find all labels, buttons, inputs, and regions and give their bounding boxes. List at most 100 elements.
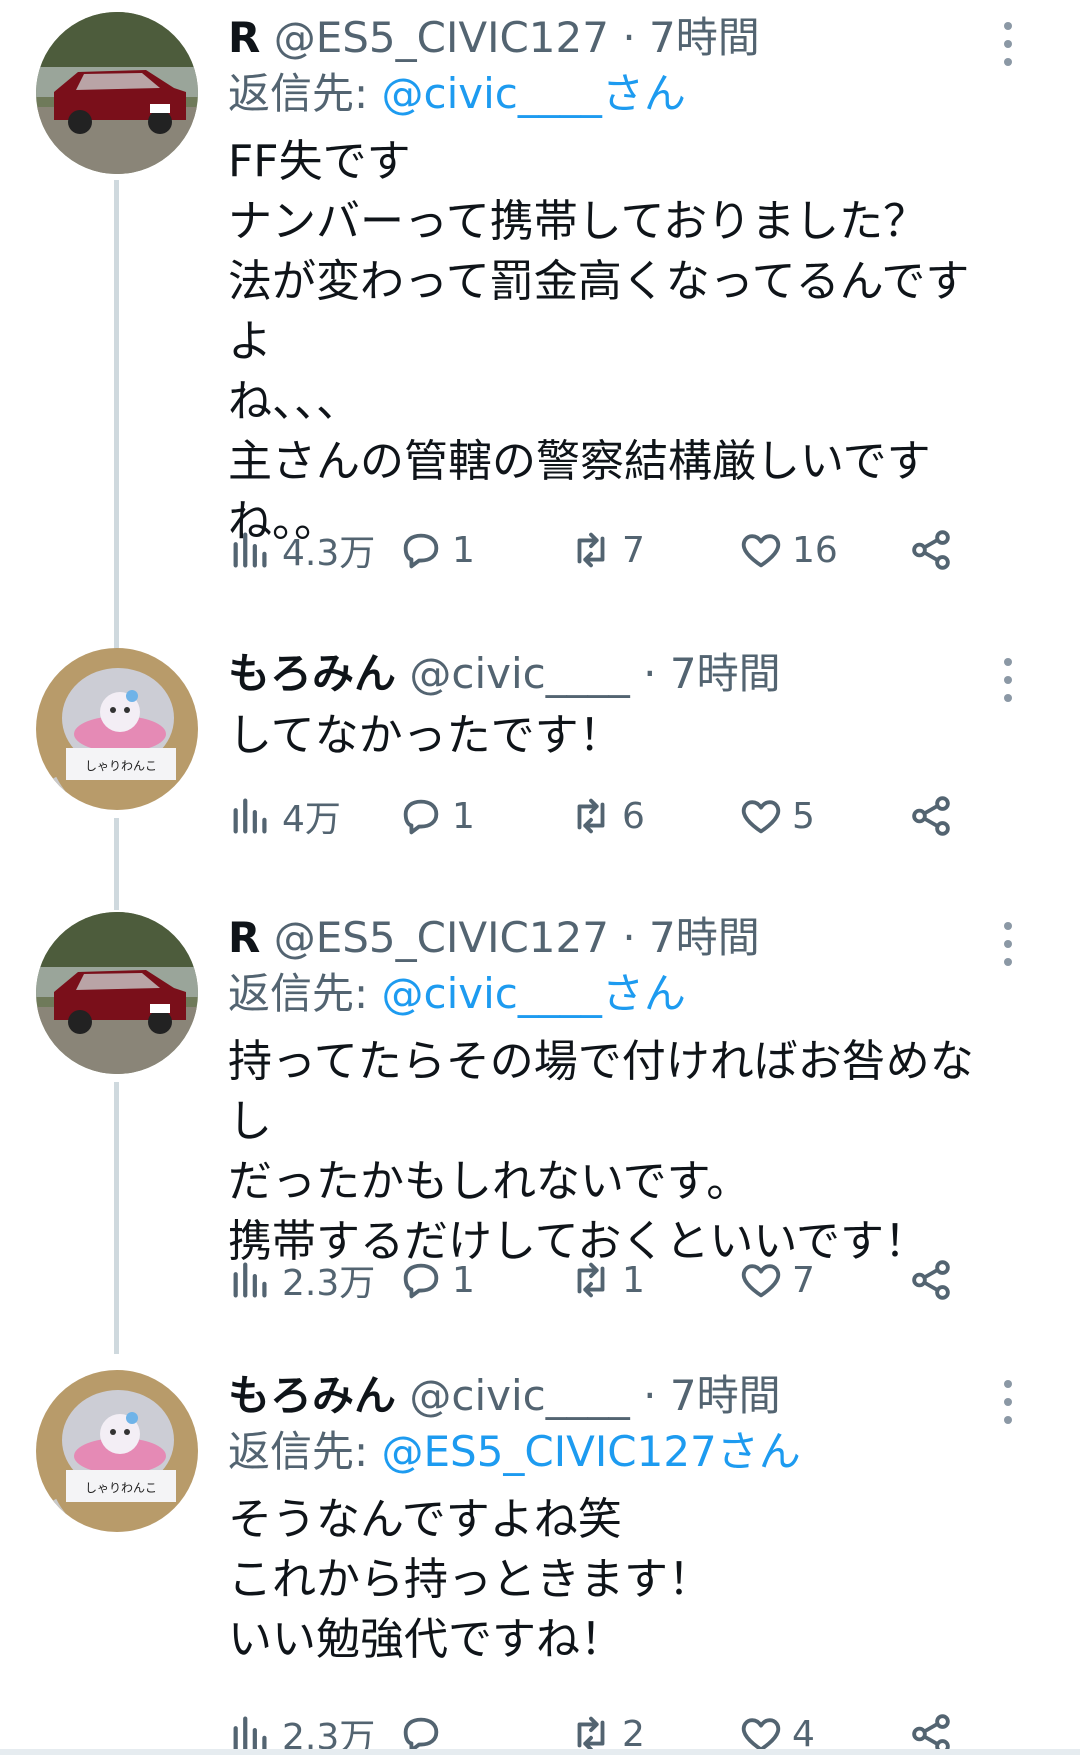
avatar[interactable]: しゃりわんこ (36, 648, 198, 810)
display-name[interactable]: もろみん (228, 1371, 396, 1420)
reply-mention-link[interactable]: @civic____さん (382, 969, 686, 1018)
reply-context: 返信先: @civic____さん (228, 68, 980, 130)
retweet-icon (577, 798, 605, 834)
avatar-label-text: しゃりわんこ (85, 1481, 157, 1495)
reply-button[interactable]: 1 (398, 520, 475, 580)
reply-context: 返信先: @civic____さん (228, 968, 980, 1030)
retweet-button[interactable]: 1 (568, 1250, 645, 1310)
separator-dot: · (643, 1371, 657, 1420)
tweet-header: R @ES5_CIVIC127 · 7時間 (228, 12, 980, 68)
more-options-icon[interactable] (996, 22, 1020, 66)
share-icon (912, 1260, 950, 1300)
retweet-count: 6 (622, 795, 645, 837)
more-options-icon[interactable] (996, 922, 1020, 966)
red-sedan-photo-icon (36, 912, 198, 1074)
user-handle[interactable]: @ES5_CIVIC127 (274, 913, 609, 962)
reply-count: 1 (452, 529, 475, 571)
display-name[interactable]: R (228, 913, 260, 962)
bottom-divider (0, 1749, 1080, 1755)
avatar[interactable] (36, 12, 198, 174)
like-button[interactable]: 4 (738, 1704, 815, 1764)
like-count: 16 (792, 529, 838, 571)
share-button[interactable] (908, 1704, 962, 1764)
user-handle[interactable]: @civic____ (409, 1371, 629, 1420)
reply-button[interactable]: 1 (398, 1250, 475, 1310)
reply-prefix: 返信先: (228, 969, 382, 1018)
tweet-header: R @ES5_CIVIC127 · 7時間 (228, 912, 980, 968)
separator-dot: · (643, 649, 657, 698)
reply-prefix: 返信先: (228, 1427, 382, 1476)
reply-icon (403, 533, 439, 569)
retweet-button[interactable]: 2 (568, 1704, 645, 1764)
share-button[interactable] (908, 1250, 962, 1310)
tweet-header: もろみん @civic____ · 7時間 (228, 1370, 980, 1426)
views-button[interactable]: 2.3万 (228, 1250, 375, 1310)
avatar[interactable] (36, 912, 198, 1074)
plush-keychain-photo-icon: しゃりわんこ (36, 1370, 198, 1532)
share-button[interactable] (908, 786, 962, 846)
reply-mention-link[interactable]: @civic____さん (382, 69, 686, 118)
thread-line (114, 1082, 119, 1354)
reply-button[interactable] (398, 1704, 452, 1764)
more-options-icon[interactable] (996, 1380, 1020, 1424)
retweet-count: 7 (622, 529, 645, 571)
views-count: 4万 (282, 799, 341, 840)
separator-dot: · (622, 13, 636, 62)
views-button[interactable]: 4.3万 (228, 520, 375, 580)
timestamp[interactable]: 7時間 (670, 649, 781, 698)
timestamp[interactable]: 7時間 (649, 13, 760, 62)
views-button[interactable]: 2.3万 (228, 1704, 375, 1764)
display-name[interactable]: もろみん (228, 649, 396, 698)
views-count: 4.3万 (282, 533, 376, 574)
heart-icon (741, 800, 781, 834)
action-bar: 2.3万 1 1 7 (228, 1250, 968, 1310)
tweet-text: 持ってたらその場で付ければお咎めなし だったかもしれないです。 携帯するだけして… (228, 1036, 974, 1267)
thread-line (114, 818, 119, 910)
more-options-icon[interactable] (996, 658, 1020, 702)
reply-context: 返信先: @ES5_CIVIC127さん (228, 1426, 980, 1488)
heart-icon (741, 534, 781, 568)
views-icon (233, 1262, 267, 1298)
action-bar: 4.3万 1 7 16 (228, 520, 968, 580)
like-button[interactable]: 7 (738, 1250, 815, 1310)
retweet-button[interactable]: 7 (568, 520, 645, 580)
views-icon (233, 798, 267, 834)
display-name[interactable]: R (228, 13, 260, 62)
heart-icon (741, 1264, 781, 1298)
tweet-text: そうなんですよね笑 これから持っときます！ いい勉強代ですね！ (228, 1494, 712, 1665)
action-bar: 4万 1 6 5 (228, 786, 968, 846)
like-count: 7 (792, 1259, 815, 1301)
tweet-text: してなかったです！ (228, 710, 623, 761)
user-handle[interactable]: @ES5_CIVIC127 (274, 13, 609, 62)
action-bar: 2.3万 2 4 (228, 1704, 968, 1764)
share-button[interactable] (908, 520, 962, 580)
reply-count: 1 (452, 795, 475, 837)
avatar[interactable]: しゃりわんこ (36, 1370, 198, 1532)
retweet-count: 1 (622, 1259, 645, 1301)
thread-line (114, 180, 119, 650)
user-handle[interactable]: @civic____ (409, 649, 629, 698)
views-button[interactable]: 4万 (228, 786, 341, 846)
share-icon (912, 530, 950, 570)
red-sedan-photo-icon (36, 12, 198, 174)
views-count: 2.3万 (282, 1263, 376, 1304)
like-button[interactable]: 5 (738, 786, 815, 846)
reply-button[interactable]: 1 (398, 786, 475, 846)
separator-dot: · (622, 913, 636, 962)
reply-count: 1 (452, 1259, 475, 1301)
retweet-icon (577, 1262, 605, 1298)
share-icon (912, 796, 950, 836)
retweet-button[interactable]: 6 (568, 786, 645, 846)
views-icon (233, 532, 267, 568)
timestamp[interactable]: 7時間 (649, 913, 760, 962)
retweet-icon (577, 532, 605, 568)
tweet-text: FF失です ナンバーって携帯しておりました？ 法が変わって罰金高くなってるんです… (228, 136, 970, 547)
reply-icon (403, 799, 439, 835)
avatar-label-text: しゃりわんこ (85, 759, 157, 773)
like-button[interactable]: 16 (738, 520, 838, 580)
timestamp[interactable]: 7時間 (670, 1371, 781, 1420)
reply-mention-link[interactable]: @ES5_CIVIC127さん (382, 1427, 801, 1476)
reply-prefix: 返信先: (228, 69, 382, 118)
plush-keychain-photo-icon: しゃりわんこ (36, 648, 198, 810)
like-count: 5 (792, 795, 815, 837)
